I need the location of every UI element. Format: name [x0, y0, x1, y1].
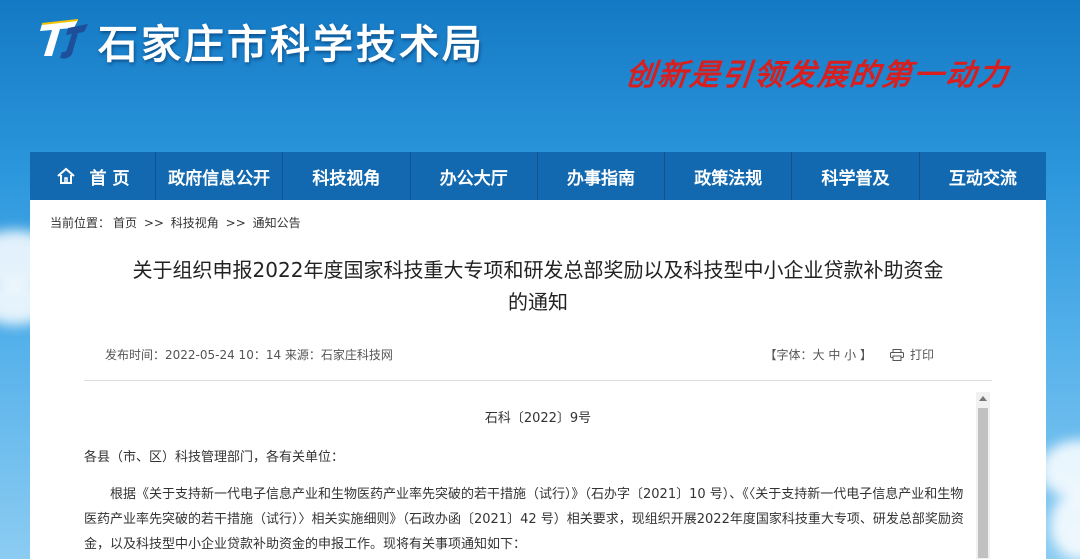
breadcrumb: 当前位置： 首页 >> 科技视角 >> 通知公告 — [50, 214, 304, 231]
site-title: 石家庄市科学技术局 — [98, 22, 485, 68]
nav-item-label: 办事指南 — [566, 168, 635, 189]
breadcrumb-link-notices[interactable]: 通知公告 — [253, 216, 301, 230]
nav-item-gov-info[interactable]: 政府信息公开 — [156, 152, 284, 200]
article-tools: 【字体：大 中 小 】 打印 — [765, 346, 934, 363]
nav-item-label: 政府信息公开 — [168, 168, 271, 189]
divider — [84, 380, 992, 381]
nav-item-office-hall[interactable]: 办公大厅 — [411, 152, 538, 200]
nav-item-tech-perspective[interactable]: 科技视角 — [283, 152, 411, 200]
nav-item-interaction[interactable]: 互动交流 — [920, 152, 1046, 200]
nav-item-label: 首 页 — [89, 168, 130, 189]
breadcrumb-prefix: 当前位置： — [50, 216, 111, 230]
breadcrumb-separator: >> — [143, 216, 164, 230]
site-header: 石家庄市科学技术局 创新是引领发展的第一动力 — [0, 0, 1080, 150]
article-title-line: 关于组织申报2022年度国家科技重大专项和研发总部奖励以及科技型中小企业贷款补助… — [132, 258, 944, 282]
font-size-control[interactable]: 【字体：大 中 小 】 — [765, 346, 872, 363]
nav-item-label: 政策法规 — [694, 168, 763, 189]
article-scrollbar[interactable] — [976, 392, 990, 559]
cloud-decoration — [1050, 490, 1080, 559]
article-meta: 发布时间：2022-05-24 10：14 来源：石家庄科技网 — [105, 348, 393, 362]
nav-item-label: 办公大厅 — [439, 168, 508, 189]
breadcrumb-link-home[interactable]: 首页 — [113, 216, 137, 230]
article-title-line: 的通知 — [508, 290, 568, 314]
nav-item-policies[interactable]: 政策法规 — [665, 152, 793, 200]
breadcrumb-link-tech-perspective[interactable]: 科技视角 — [171, 216, 219, 230]
article-paragraph: 根据《关于支持新一代电子信息产业和生物医药产业率先突破的若干措施（试行）》（石办… — [84, 487, 964, 552]
breadcrumb-separator: >> — [225, 216, 246, 230]
print-icon[interactable] — [889, 348, 904, 361]
nav-item-science-popularization[interactable]: 科学普及 — [792, 152, 920, 200]
scroll-up-arrow-icon[interactable] — [979, 396, 987, 401]
site-slogan: 创新是引领发展的第一动力 — [623, 58, 1012, 93]
print-button[interactable]: 打印 — [910, 346, 934, 363]
document-number: 石科〔2022〕9号 — [484, 411, 592, 426]
nav-item-home[interactable]: 首 页 — [30, 152, 156, 200]
article-title: 关于组织申报2022年度国家科技重大专项和研发总部奖励以及科技型中小企业贷款补助… — [70, 254, 1006, 318]
nav-item-label: 科学普及 — [821, 168, 890, 189]
nav-item-service-guide[interactable]: 办事指南 — [538, 152, 666, 200]
content-panel: 当前位置： 首页 >> 科技视角 >> 通知公告 关于组织申报2022年度国家科技… — [30, 200, 1046, 559]
article-salutation: 各县（市、区）科技管理部门，各有关单位： — [84, 450, 345, 465]
main-nav: 首 页 政府信息公开 科技视角 办公大厅 办事指南 政策法规 科学普及 互动交流 — [30, 152, 1046, 200]
site-logo-icon — [40, 19, 88, 59]
nav-item-label: 科技视角 — [312, 168, 381, 189]
scrollbar-thumb[interactable] — [978, 408, 988, 558]
home-icon — [56, 167, 75, 184]
nav-item-label: 互动交流 — [948, 168, 1017, 189]
